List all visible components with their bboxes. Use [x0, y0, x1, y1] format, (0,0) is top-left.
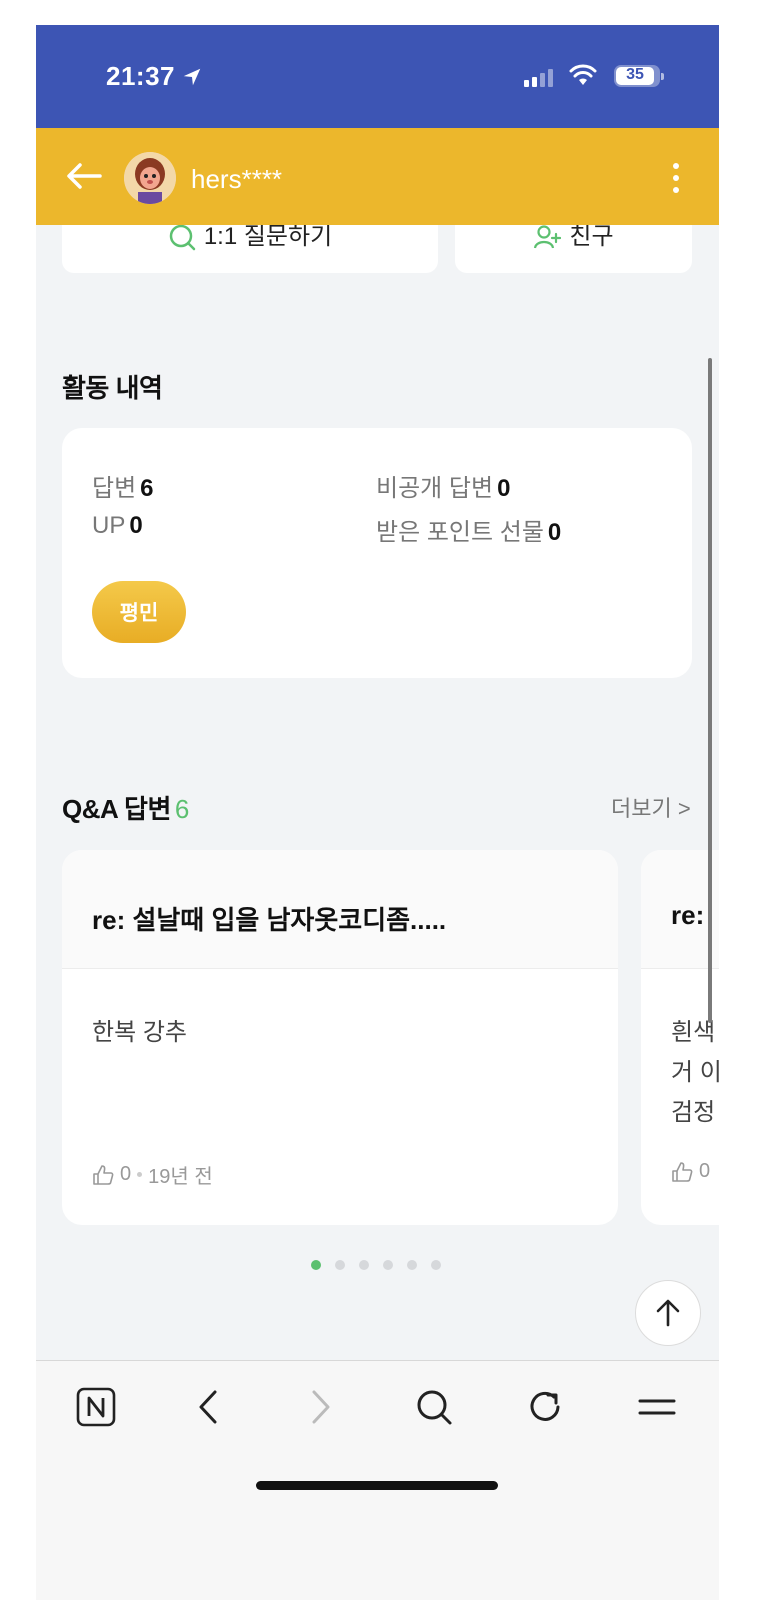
qa-section-title: Q&A 답변 6 [62, 789, 189, 826]
battery-level: 35 [626, 66, 644, 83]
activity-title: 활동 내역 [62, 373, 163, 403]
qa-title-text: Q&A 답변 [62, 794, 171, 824]
forward-icon [312, 1390, 330, 1424]
naver-icon [76, 1387, 116, 1427]
qa-count: 6 [174, 794, 189, 824]
browser-menu-button[interactable] [635, 1385, 679, 1429]
more-vertical-icon[interactable] [666, 158, 686, 198]
stat-private-answers: 비공개 답변 0 [376, 468, 510, 503]
home-indicator[interactable] [256, 1481, 498, 1490]
scrollbar[interactable] [708, 358, 712, 1023]
activity-card: 답변 6 비공개 답변 0 UP 0 받은 포인트 선물 0 평민 [62, 428, 692, 678]
see-more-link[interactable]: 더보기 > [611, 791, 691, 823]
browser-forward-button[interactable] [299, 1385, 343, 1429]
reload-icon [530, 1391, 560, 1421]
back-arrow-icon[interactable] [64, 160, 104, 192]
stat-point-gifts: 받은 포인트 선물 0 [376, 512, 561, 547]
stat-answers-value: 6 [140, 475, 154, 502]
browser-search-button[interactable] [412, 1385, 456, 1429]
signal-icon [524, 69, 553, 87]
carousel-pager [311, 1260, 441, 1270]
naver-home-button[interactable] [74, 1385, 118, 1429]
rank-badge[interactable]: 평민 [92, 581, 186, 643]
phone-screen: 21:37 35 hers**** 1:1 질문하기 친구 활동 내역 답변 6… [36, 25, 719, 1600]
back-icon [199, 1390, 217, 1424]
pager-dot[interactable] [383, 1260, 393, 1270]
qa-answer: 한복 강추 [92, 1019, 187, 1046]
stat-answers-label: 답변 [92, 475, 137, 502]
username: hers**** [191, 164, 283, 194]
thumbs-up-icon [93, 1164, 114, 1185]
stat-up-value: 0 [129, 512, 143, 539]
stat-gifts-value: 0 [547, 519, 562, 546]
qa-question: re: [671, 900, 705, 930]
stat-gifts-label: 받은 포인트 선물 [376, 519, 544, 546]
status-time: 21:37 [106, 61, 203, 92]
search-icon [417, 1390, 452, 1425]
qa-question: re: 설날때 입을 남자옷코디좀..... [92, 905, 447, 935]
avatar[interactable] [124, 152, 176, 204]
thumbs-up-icon [672, 1161, 693, 1182]
stat-answers: 답변 6 [92, 468, 154, 503]
scroll-to-top-button[interactable] [635, 1280, 701, 1346]
question-search-icon [169, 224, 196, 251]
qa-card-head: re: 설날때 입을 남자옷코디좀..... [62, 850, 618, 969]
qa-meta: 0 19년 전 [92, 1160, 213, 1189]
status-bar: 21:37 35 [36, 25, 719, 128]
qa-likes: 0 [699, 1160, 711, 1182]
pager-dot[interactable] [407, 1260, 417, 1270]
arrow-up-icon [656, 1299, 680, 1327]
pager-dot[interactable] [311, 1260, 321, 1270]
stat-private-label: 비공개 답변 [376, 475, 494, 502]
qa-likes: 0 [120, 1163, 132, 1185]
location-arrow-icon [183, 68, 201, 85]
browser-reload-button[interactable] [524, 1385, 568, 1429]
browser-toolbar [36, 1360, 719, 1600]
pager-dot[interactable] [335, 1260, 345, 1270]
qa-answer: 흰색 거 이 검정 [671, 1019, 719, 1126]
qa-meta: 0 [671, 1160, 710, 1183]
add-friend-icon [534, 225, 562, 249]
pager-dot[interactable] [431, 1260, 441, 1270]
stat-up-label: UP [92, 512, 126, 539]
pager-dot[interactable] [359, 1260, 369, 1270]
profile-header: hers**** [36, 128, 719, 225]
stat-private-value: 0 [497, 475, 511, 502]
stat-up: UP 0 [92, 512, 143, 540]
avatar-character-icon [124, 152, 176, 204]
browser-back-button[interactable] [186, 1385, 230, 1429]
battery-icon: 35 [614, 65, 664, 87]
time-text: 21:37 [106, 61, 175, 91]
wifi-icon [569, 64, 597, 85]
qa-card[interactable]: re: 설날때 입을 남자옷코디좀..... 한복 강추 0 19년 전 [62, 850, 618, 1225]
qa-date: 19년 전 [148, 1166, 213, 1188]
menu-icon [638, 1399, 676, 1415]
